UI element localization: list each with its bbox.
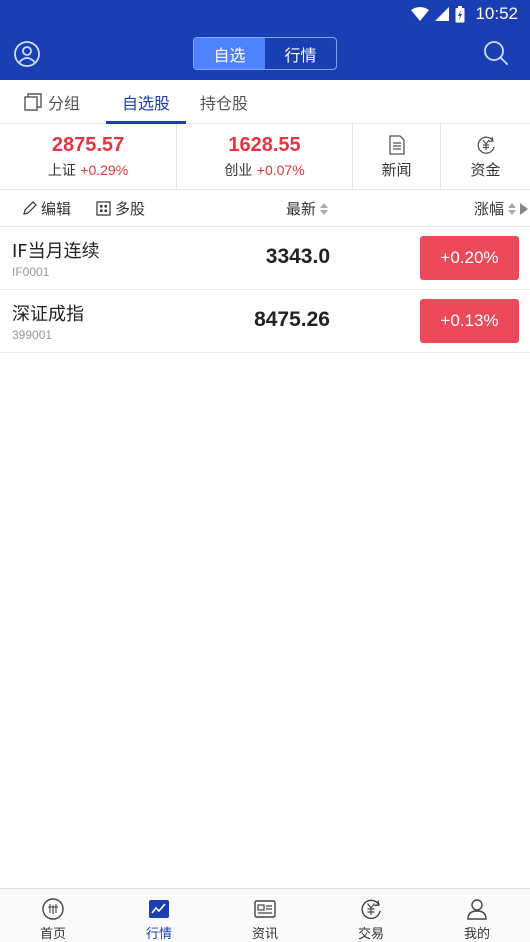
- tab-group-label: 分组: [48, 94, 81, 113]
- fund-button[interactable]: 资金: [441, 124, 530, 190]
- status-bar: 10:52: [0, 0, 530, 28]
- news-icon: [388, 134, 405, 155]
- change-label: 涨幅: [474, 200, 505, 218]
- nav-home[interactable]: 首页: [0, 889, 106, 942]
- segment-market[interactable]: 行情: [265, 38, 336, 69]
- nav-info[interactable]: 资讯: [212, 889, 318, 942]
- user-button[interactable]: [13, 40, 41, 68]
- nav-home-label: 首页: [39, 927, 66, 942]
- search-button[interactable]: [483, 40, 511, 68]
- edit-label: 编辑: [41, 200, 72, 218]
- status-icons: 10:52: [411, 4, 518, 24]
- fund-label: 资金: [470, 160, 501, 179]
- stock-name: IF当月连续: [12, 241, 100, 262]
- yuan-icon: [477, 136, 495, 154]
- sub-tabs: 分组 自选股 持仓股: [0, 80, 530, 124]
- market-chart-icon: [149, 900, 169, 918]
- index-label-line: 上证 +0.29%: [0, 160, 176, 180]
- signal-icon: [435, 7, 450, 21]
- news-button[interactable]: 新闻: [353, 124, 441, 190]
- tab-holdings[interactable]: 持仓股: [200, 80, 248, 124]
- stock-code: 399001: [12, 328, 53, 342]
- nav-info-label: 资讯: [251, 927, 278, 942]
- sort-change-button[interactable]: 涨幅: [474, 190, 529, 227]
- segment-control: 自选 行情: [193, 37, 337, 70]
- stock-price: 8475.26: [254, 308, 330, 331]
- profile-icon: [467, 899, 487, 920]
- sort-latest-button[interactable]: 最新: [286, 190, 329, 227]
- nav-profile-label: 我的: [463, 927, 490, 942]
- nav-market-label: 行情: [145, 927, 172, 942]
- edit-button[interactable]: 编辑: [22, 190, 71, 227]
- user-icon: [14, 41, 40, 67]
- list-item[interactable]: 深证成指 399001 8475.26 +0.13%: [0, 290, 530, 353]
- index-value: 2875.57: [51, 134, 125, 156]
- segment-watchlist[interactable]: 自选: [194, 38, 265, 69]
- battery-icon: [455, 5, 465, 22]
- status-time: 10:52: [475, 4, 518, 23]
- nav-trade[interactable]: 交易: [318, 889, 424, 942]
- stock-price: 3343.0: [265, 245, 330, 268]
- trade-icon: [361, 899, 381, 920]
- list-column-header: 编辑 多股 最新 涨幅: [0, 190, 530, 227]
- change-badge[interactable]: +0.13%: [420, 299, 519, 343]
- list-item[interactable]: IF当月连续 IF0001 3343.0 +0.20%: [0, 227, 530, 290]
- news-label: 新闻: [381, 160, 412, 179]
- index-name: 创业: [224, 163, 253, 179]
- change-badge[interactable]: +0.20%: [420, 236, 519, 280]
- latest-label: 最新: [286, 200, 317, 218]
- group-icon: [24, 93, 42, 111]
- pencil-icon: [23, 201, 37, 215]
- sort-icon: [320, 202, 329, 215]
- bottom-nav: 首页 行情 资讯 交易 我的: [0, 888, 530, 942]
- nav-market[interactable]: 行情: [106, 889, 212, 942]
- index-name: 上证: [47, 163, 76, 179]
- sort-icon: [508, 202, 517, 215]
- index-change: +0.07%: [256, 162, 305, 178]
- grid-icon: [96, 201, 111, 216]
- stock-code: IF0001: [12, 265, 50, 279]
- index-shanghai[interactable]: 2875.57 上证 +0.29%: [0, 124, 177, 190]
- tab-group[interactable]: 分组: [24, 80, 80, 124]
- index-change: +0.29%: [80, 162, 129, 178]
- multi-stock-label: 多股: [115, 200, 146, 218]
- index-value: 1628.55: [228, 134, 301, 156]
- app-header: 自选 行情: [0, 28, 530, 80]
- top-bar: 10:52 自选 行情: [0, 0, 530, 80]
- multi-stock-button[interactable]: 多股: [96, 190, 145, 227]
- caret-right-icon[interactable]: [520, 202, 529, 215]
- home-icon: [42, 898, 64, 920]
- info-icon: [254, 900, 276, 918]
- stock-name: 深证成指: [12, 304, 84, 325]
- tab-watchlist-stocks[interactable]: 自选股: [106, 80, 186, 124]
- index-label-line: 创业 +0.07%: [177, 160, 352, 180]
- search-icon: [484, 41, 508, 65]
- index-chinext[interactable]: 1628.55 创业 +0.07%: [177, 124, 353, 190]
- nav-profile[interactable]: 我的: [424, 889, 530, 942]
- index-strip: 2875.57 上证 +0.29% 1628.55 创业 +0.07% 新闻 资…: [0, 124, 530, 190]
- wifi-icon: [411, 7, 430, 21]
- nav-trade-label: 交易: [357, 927, 384, 942]
